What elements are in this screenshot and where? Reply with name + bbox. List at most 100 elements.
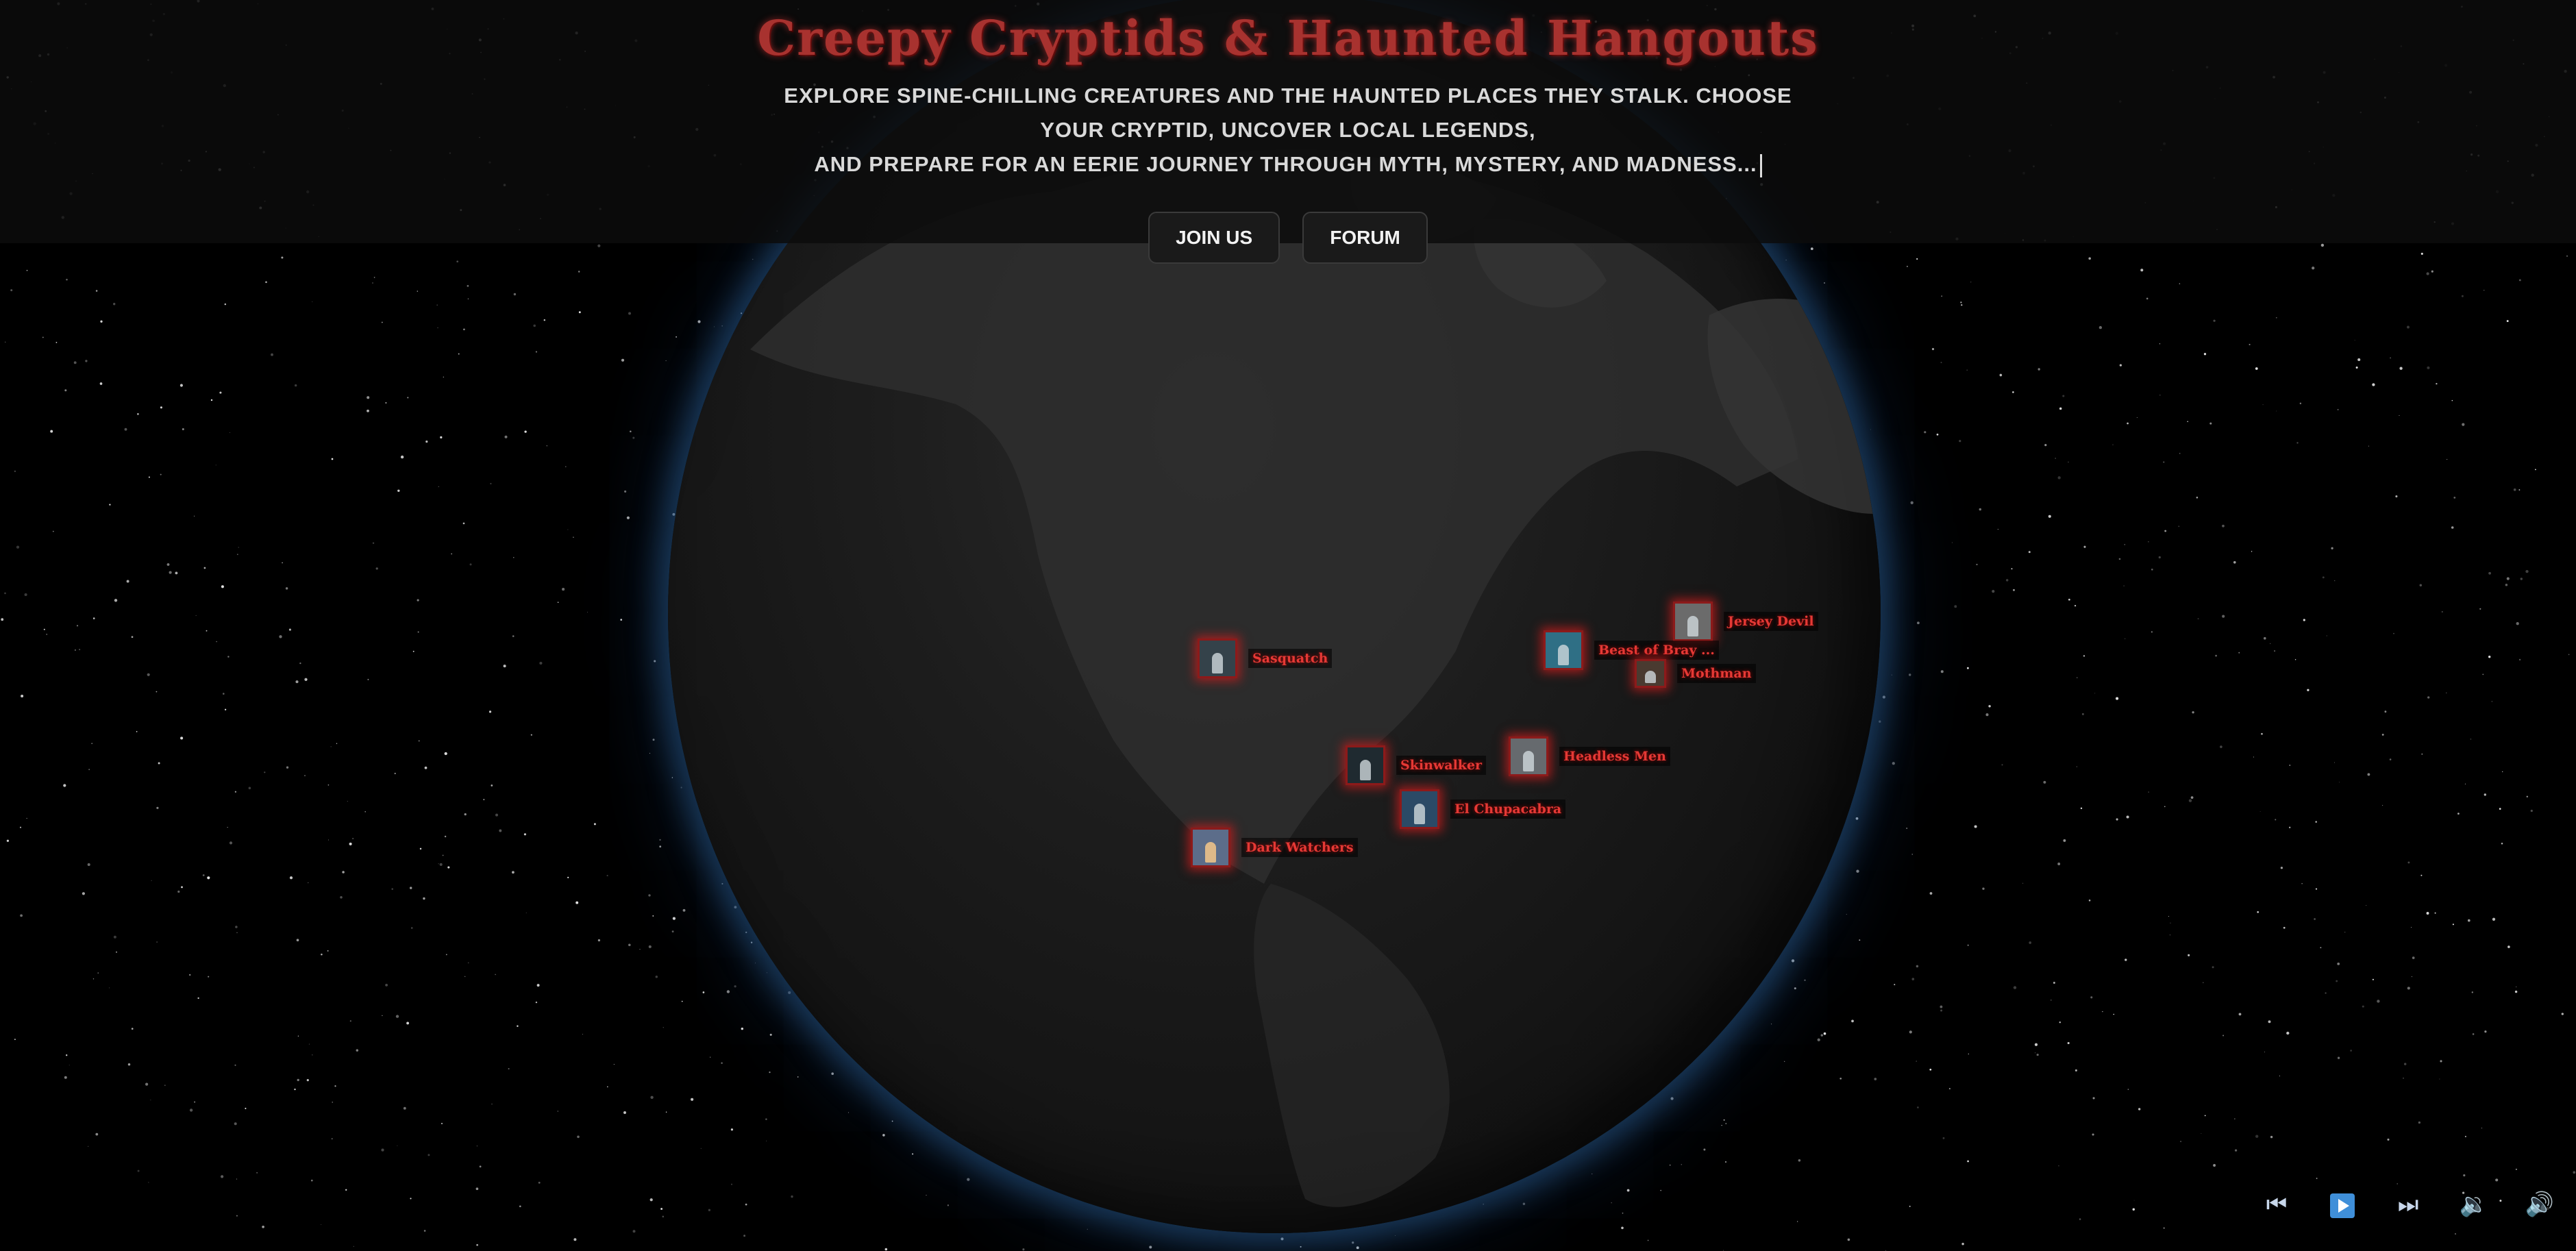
star bbox=[2505, 583, 2508, 586]
star bbox=[1931, 347, 1935, 351]
star bbox=[573, 536, 574, 538]
star bbox=[308, 1043, 310, 1045]
star bbox=[108, 987, 110, 989]
star bbox=[2395, 495, 2398, 498]
play-icon[interactable] bbox=[2327, 1189, 2358, 1220]
star bbox=[220, 1175, 224, 1178]
star bbox=[1909, 1205, 1911, 1207]
star bbox=[236, 1215, 238, 1217]
star bbox=[607, 1086, 608, 1088]
star bbox=[2431, 270, 2433, 273]
subtitle-line-1: Explore spine-chilling creatures and the… bbox=[784, 84, 1792, 142]
star bbox=[2462, 423, 2465, 426]
marker-headless-men[interactable]: Headless Men bbox=[1509, 736, 1670, 776]
marker-dark-watchers[interactable]: Dark Watchers bbox=[1191, 828, 1358, 867]
star bbox=[2514, 990, 2518, 993]
marker-el-chupacabra[interactable]: El Chupacabra bbox=[1400, 789, 1566, 829]
star bbox=[256, 1172, 258, 1174]
star bbox=[1940, 670, 1944, 673]
star bbox=[299, 662, 301, 665]
star bbox=[2407, 861, 2410, 864]
star bbox=[1940, 1005, 1943, 1008]
star bbox=[64, 389, 67, 392]
star bbox=[2412, 956, 2415, 959]
star bbox=[2036, 1054, 2039, 1056]
forum-button[interactable]: Forum bbox=[1302, 212, 1428, 264]
star bbox=[347, 801, 348, 802]
star bbox=[100, 320, 103, 323]
star bbox=[181, 886, 183, 889]
star bbox=[2212, 966, 2214, 969]
star bbox=[2209, 422, 2212, 425]
star bbox=[1992, 590, 1995, 593]
star bbox=[148, 476, 150, 478]
star bbox=[2418, 1121, 2421, 1124]
star bbox=[2362, 1005, 2364, 1008]
star bbox=[654, 660, 656, 662]
star bbox=[2488, 571, 2491, 575]
star bbox=[82, 892, 86, 895]
star bbox=[245, 1107, 247, 1109]
star bbox=[2048, 515, 2051, 518]
star bbox=[43, 628, 45, 630]
marker-label: Beast of Bray ... bbox=[1594, 641, 1719, 660]
star bbox=[175, 571, 178, 575]
star bbox=[2057, 863, 2061, 865]
skip-next-icon[interactable]: ⏭ bbox=[2392, 1189, 2424, 1220]
marker-skinwalker[interactable]: Skinwalker bbox=[1346, 745, 1487, 785]
star bbox=[2013, 986, 2017, 989]
star bbox=[46, 634, 47, 635]
star bbox=[2484, 793, 2486, 796]
text-cursor bbox=[1759, 153, 1762, 177]
star bbox=[194, 515, 195, 517]
star bbox=[2488, 656, 2491, 658]
star bbox=[2336, 980, 2338, 982]
star bbox=[743, 1235, 746, 1237]
skip-previous-icon[interactable]: ⏮ bbox=[2261, 1189, 2292, 1220]
marker-thumbnail bbox=[1346, 745, 1385, 785]
join-us-button[interactable]: Join Us bbox=[1148, 212, 1280, 264]
star bbox=[476, 1145, 478, 1147]
star bbox=[2159, 343, 2161, 345]
star bbox=[113, 303, 116, 306]
star bbox=[442, 854, 444, 856]
star bbox=[2148, 791, 2149, 793]
star bbox=[2259, 811, 2261, 812]
star bbox=[2280, 867, 2283, 869]
star bbox=[620, 619, 623, 621]
star bbox=[447, 866, 450, 869]
star bbox=[385, 401, 387, 404]
star bbox=[2080, 807, 2083, 810]
star bbox=[55, 341, 58, 343]
star bbox=[2190, 796, 2194, 799]
star bbox=[2513, 488, 2516, 491]
star bbox=[495, 974, 496, 976]
star bbox=[6, 839, 10, 842]
star bbox=[475, 1187, 479, 1191]
star bbox=[2520, 578, 2523, 580]
star bbox=[2393, 632, 2394, 634]
star bbox=[467, 285, 469, 287]
star bbox=[169, 571, 172, 574]
star bbox=[649, 1198, 653, 1202]
volume-up-icon[interactable]: 🔊 bbox=[2524, 1189, 2555, 1220]
star bbox=[367, 396, 370, 399]
star bbox=[210, 399, 213, 401]
star bbox=[2234, 1149, 2238, 1152]
star bbox=[2013, 589, 2015, 591]
star bbox=[2334, 580, 2336, 582]
star bbox=[375, 567, 378, 570]
star bbox=[327, 839, 329, 841]
marker-sasquatch[interactable]: Sasquatch bbox=[1198, 639, 1333, 678]
site-header: Creepy Cryptids & Haunted Hangouts Explo… bbox=[0, 0, 2576, 264]
star bbox=[2420, 874, 2423, 876]
star bbox=[73, 361, 77, 364]
star bbox=[659, 839, 661, 841]
star bbox=[92, 617, 95, 619]
volume-down-icon[interactable]: 🔉 bbox=[2458, 1189, 2490, 1220]
star bbox=[2126, 815, 2129, 819]
star bbox=[444, 752, 447, 756]
marker-mothman[interactable]: Mothman bbox=[1635, 659, 1756, 688]
marker-label: El Chupacabra bbox=[1450, 800, 1566, 819]
star bbox=[334, 1085, 336, 1087]
